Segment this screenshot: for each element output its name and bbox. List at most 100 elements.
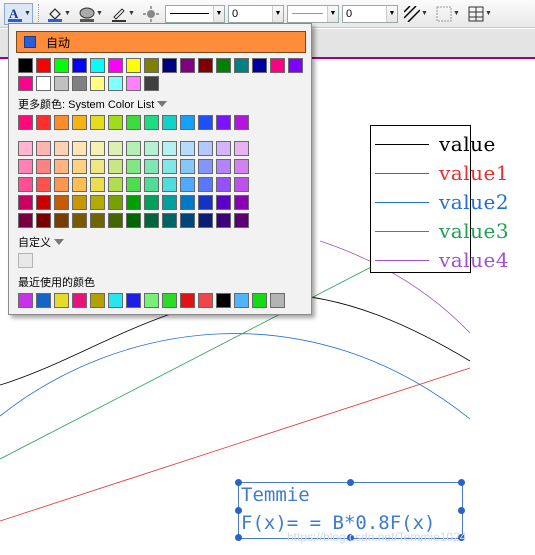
chevron-down-icon[interactable]: ▼ [272,5,283,22]
color-swatch[interactable] [18,177,33,192]
color-swatch[interactable] [198,58,213,73]
color-swatch[interactable] [144,58,159,73]
line-width2-value[interactable]: 0 [343,6,386,22]
recent-color-swatch[interactable] [36,293,51,308]
color-swatch[interactable] [90,141,105,156]
recent-color-swatch[interactable] [270,293,285,308]
color-swatch[interactable] [126,213,141,228]
auto-color-option[interactable]: 自动 [16,31,306,53]
color-swatch[interactable] [90,195,105,210]
color-swatch[interactable] [18,213,33,228]
color-swatch[interactable] [144,141,159,156]
color-swatch[interactable] [54,141,69,156]
color-swatch[interactable] [180,115,195,130]
chevron-down-icon[interactable]: ▼ [128,5,135,23]
chart-legend[interactable]: value value1 value2 value3 value4 [370,125,509,273]
color-swatch[interactable] [18,195,33,210]
color-swatch[interactable] [108,195,123,210]
color-swatch[interactable] [108,76,123,91]
recent-color-swatch[interactable] [18,293,33,308]
color-swatch[interactable] [234,141,249,156]
chevron-down-icon[interactable]: ▼ [213,5,224,22]
color-swatch[interactable] [180,177,195,192]
recent-color-swatch[interactable] [90,293,105,308]
resize-handle[interactable] [235,534,242,541]
color-swatch[interactable] [162,213,177,228]
color-swatch[interactable] [126,115,141,130]
color-swatch[interactable] [162,115,177,130]
color-swatch[interactable] [90,58,105,73]
border-button[interactable]: ▼ [433,3,462,25]
color-swatch[interactable] [180,141,195,156]
color-swatch[interactable] [54,58,69,73]
recent-color-swatch[interactable] [126,293,141,308]
color-swatch[interactable] [198,177,213,192]
color-swatch[interactable] [198,115,213,130]
line-width2-combo[interactable]: 0 ▼ [342,4,398,23]
pattern-fill-button[interactable]: ▼ [401,3,430,25]
color-swatch[interactable] [72,195,87,210]
recent-color-swatch[interactable] [162,293,177,308]
recent-color-swatch[interactable] [180,293,195,308]
resize-handle[interactable] [235,479,242,486]
chevron-down-icon[interactable]: ▼ [24,5,31,23]
color-swatch[interactable] [18,76,33,91]
color-swatch[interactable] [198,213,213,228]
color-swatch[interactable] [72,177,87,192]
font-color-button[interactable]: A ▼ [4,2,33,25]
color-swatch[interactable] [234,159,249,174]
color-swatch[interactable] [144,177,159,192]
color-swatch[interactable] [162,195,177,210]
color-swatch[interactable] [144,115,159,130]
color-swatch[interactable] [126,76,141,91]
legend-item[interactable]: value1 [371,158,509,187]
color-swatch[interactable] [90,177,105,192]
color-swatch[interactable] [18,58,33,73]
recent-color-swatch[interactable] [216,293,231,308]
color-swatch[interactable] [144,76,159,91]
custom-color-empty-swatch[interactable] [18,253,33,268]
fill-effect-button[interactable]: ▼ [76,3,105,25]
color-swatch[interactable] [234,213,249,228]
color-swatch[interactable] [198,195,213,210]
brightness-button[interactable] [140,3,162,25]
color-swatch[interactable] [54,213,69,228]
color-swatch[interactable] [162,141,177,156]
color-swatch[interactable] [90,159,105,174]
color-swatch[interactable] [72,76,87,91]
recent-color-swatch[interactable] [252,293,267,308]
color-swatch[interactable] [162,159,177,174]
color-swatch[interactable] [198,141,213,156]
color-swatch[interactable] [108,115,123,130]
color-swatch[interactable] [90,115,105,130]
formula-line-1[interactable]: Temmie [241,484,310,506]
color-swatch[interactable] [234,58,249,73]
color-swatch[interactable] [72,141,87,156]
color-swatch[interactable] [36,159,51,174]
color-swatch[interactable] [252,58,267,73]
recent-color-swatch[interactable] [198,293,213,308]
color-swatch[interactable] [126,58,141,73]
color-swatch[interactable] [72,213,87,228]
chevron-down-icon[interactable]: ▼ [453,5,460,23]
color-swatch[interactable] [36,58,51,73]
color-swatch[interactable] [180,58,195,73]
color-swatch[interactable] [288,58,303,73]
more-colors-menu[interactable]: 更多颜色: System Color List [18,96,168,112]
color-swatch[interactable] [36,76,51,91]
resize-handle[interactable] [347,479,354,486]
chevron-down-icon[interactable]: ▼ [421,5,428,23]
color-swatch[interactable] [108,141,123,156]
color-swatch[interactable] [180,213,195,228]
recent-color-swatch[interactable] [108,293,123,308]
color-swatch[interactable] [18,115,33,130]
color-swatch[interactable] [234,195,249,210]
color-swatch[interactable] [216,213,231,228]
recent-color-swatch[interactable] [234,293,249,308]
legend-item[interactable]: value [371,129,495,158]
color-swatch[interactable] [36,141,51,156]
color-swatch[interactable] [180,159,195,174]
color-swatch[interactable] [90,76,105,91]
color-swatch[interactable] [270,58,285,73]
color-swatch[interactable] [162,177,177,192]
